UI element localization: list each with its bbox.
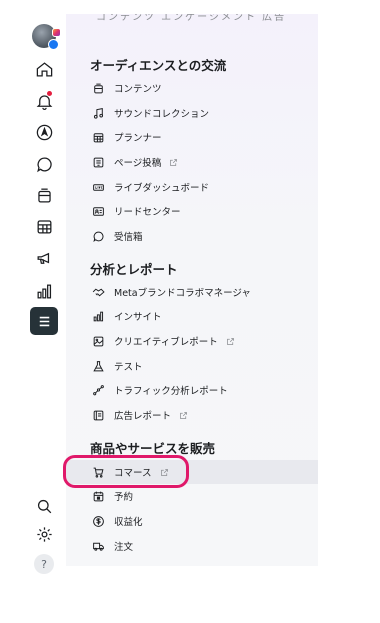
menu-item-test[interactable]: テスト bbox=[66, 354, 318, 378]
help-icon[interactable]: ? bbox=[34, 554, 54, 574]
bar-chart-icon bbox=[91, 309, 105, 323]
chat-icon[interactable] bbox=[32, 152, 56, 176]
content-icon bbox=[91, 81, 105, 95]
settings-icon[interactable] bbox=[32, 522, 56, 546]
menu-item-monetization[interactable]: 収益化 bbox=[66, 509, 318, 533]
menu-item-label: プランナー bbox=[114, 133, 162, 144]
menu-item-label: コンテンツ bbox=[114, 84, 162, 95]
delivery-truck-icon bbox=[91, 539, 105, 553]
image-icon bbox=[91, 334, 105, 348]
home-icon[interactable] bbox=[32, 57, 56, 81]
chat-bubble-icon bbox=[91, 229, 105, 243]
menu-item-inbox[interactable]: 受信箱 bbox=[66, 224, 318, 248]
facebook-badge-icon bbox=[48, 39, 59, 50]
planner-icon[interactable] bbox=[32, 214, 56, 238]
profile-avatar[interactable] bbox=[32, 24, 61, 50]
music-note-icon bbox=[91, 106, 105, 120]
left-icon-rail: ? bbox=[26, 14, 62, 574]
menu-item-label: Metaブランドコラボマネージャ bbox=[114, 288, 251, 299]
menu-item-page-posts[interactable]: ページ投稿 bbox=[66, 150, 318, 174]
menu-item-sound-collection[interactable]: サウンドコレクション bbox=[66, 101, 318, 125]
search-icon[interactable] bbox=[32, 494, 56, 518]
external-link-icon bbox=[179, 410, 189, 420]
menu-item-label: サウンドコレクション bbox=[114, 109, 210, 120]
live-icon bbox=[91, 180, 105, 194]
menu-item-orders[interactable]: 注文 bbox=[66, 534, 318, 558]
page-post-icon bbox=[91, 155, 105, 169]
menu-item-lead-center[interactable]: リードセンター bbox=[66, 199, 318, 223]
clipped-top-text: コンテンツ エンゲージメント 広告 bbox=[96, 14, 287, 23]
menu-item-label: リードセンター bbox=[114, 207, 181, 218]
handshake-icon bbox=[91, 285, 105, 299]
menu-item-label: ページ投稿 bbox=[114, 158, 162, 169]
calendar-grid-icon bbox=[91, 130, 105, 144]
menu-item-label: テスト bbox=[114, 362, 143, 373]
menu-item-content[interactable]: コンテンツ bbox=[66, 76, 318, 100]
explore-icon[interactable] bbox=[32, 120, 56, 144]
menu-item-insights[interactable]: インサイト bbox=[66, 304, 318, 328]
menu-item-label: インサイト bbox=[114, 312, 162, 323]
menu-item-label: クリエイティブレポート bbox=[114, 337, 218, 348]
report-icon bbox=[91, 408, 105, 422]
insights-icon[interactable] bbox=[32, 279, 56, 303]
contact-card-icon bbox=[91, 204, 105, 218]
menu-item-label: 広告レポート bbox=[114, 411, 172, 422]
section-title-audience: オーディエンスとの交流 bbox=[90, 58, 227, 73]
menu-item-label: ライブダッシュボード bbox=[114, 183, 210, 194]
highlight-annotation-ring bbox=[63, 455, 189, 488]
external-link-icon bbox=[226, 336, 236, 346]
menu-item-label: トラフィック分析レポート bbox=[114, 386, 228, 397]
menu-item-ads-report[interactable]: 広告レポート bbox=[66, 403, 318, 427]
menu-item-traffic-report[interactable]: トラフィック分析レポート bbox=[66, 378, 318, 402]
menu-item-brand-collabs[interactable]: Metaブランドコラボマネージャ bbox=[66, 280, 318, 304]
menu-item-label: 注文 bbox=[114, 542, 134, 553]
traffic-icon bbox=[91, 383, 105, 397]
content-icon[interactable] bbox=[32, 183, 56, 207]
menu-item-live-dashboard[interactable]: ライブダッシュボード bbox=[66, 175, 318, 199]
section-title-analytics: 分析とレポート bbox=[90, 262, 178, 277]
instagram-badge-icon bbox=[52, 28, 61, 37]
menu-item-label: 予約 bbox=[114, 492, 134, 503]
ads-icon[interactable] bbox=[32, 246, 56, 270]
external-link-icon bbox=[169, 157, 179, 167]
menu-item-label: 収益化 bbox=[114, 517, 143, 528]
dollar-icon bbox=[91, 514, 105, 528]
help-label: ? bbox=[41, 557, 47, 571]
notification-dot bbox=[47, 91, 52, 96]
menu-item-creative-report[interactable]: クリエイティブレポート bbox=[66, 329, 318, 353]
calendar-icon bbox=[91, 489, 105, 503]
notifications-icon[interactable] bbox=[32, 89, 56, 113]
all-tools-icon[interactable] bbox=[30, 307, 58, 335]
menu-item-planner[interactable]: プランナー bbox=[66, 125, 318, 149]
menu-item-label: 受信箱 bbox=[114, 232, 143, 243]
flask-icon bbox=[91, 359, 105, 373]
